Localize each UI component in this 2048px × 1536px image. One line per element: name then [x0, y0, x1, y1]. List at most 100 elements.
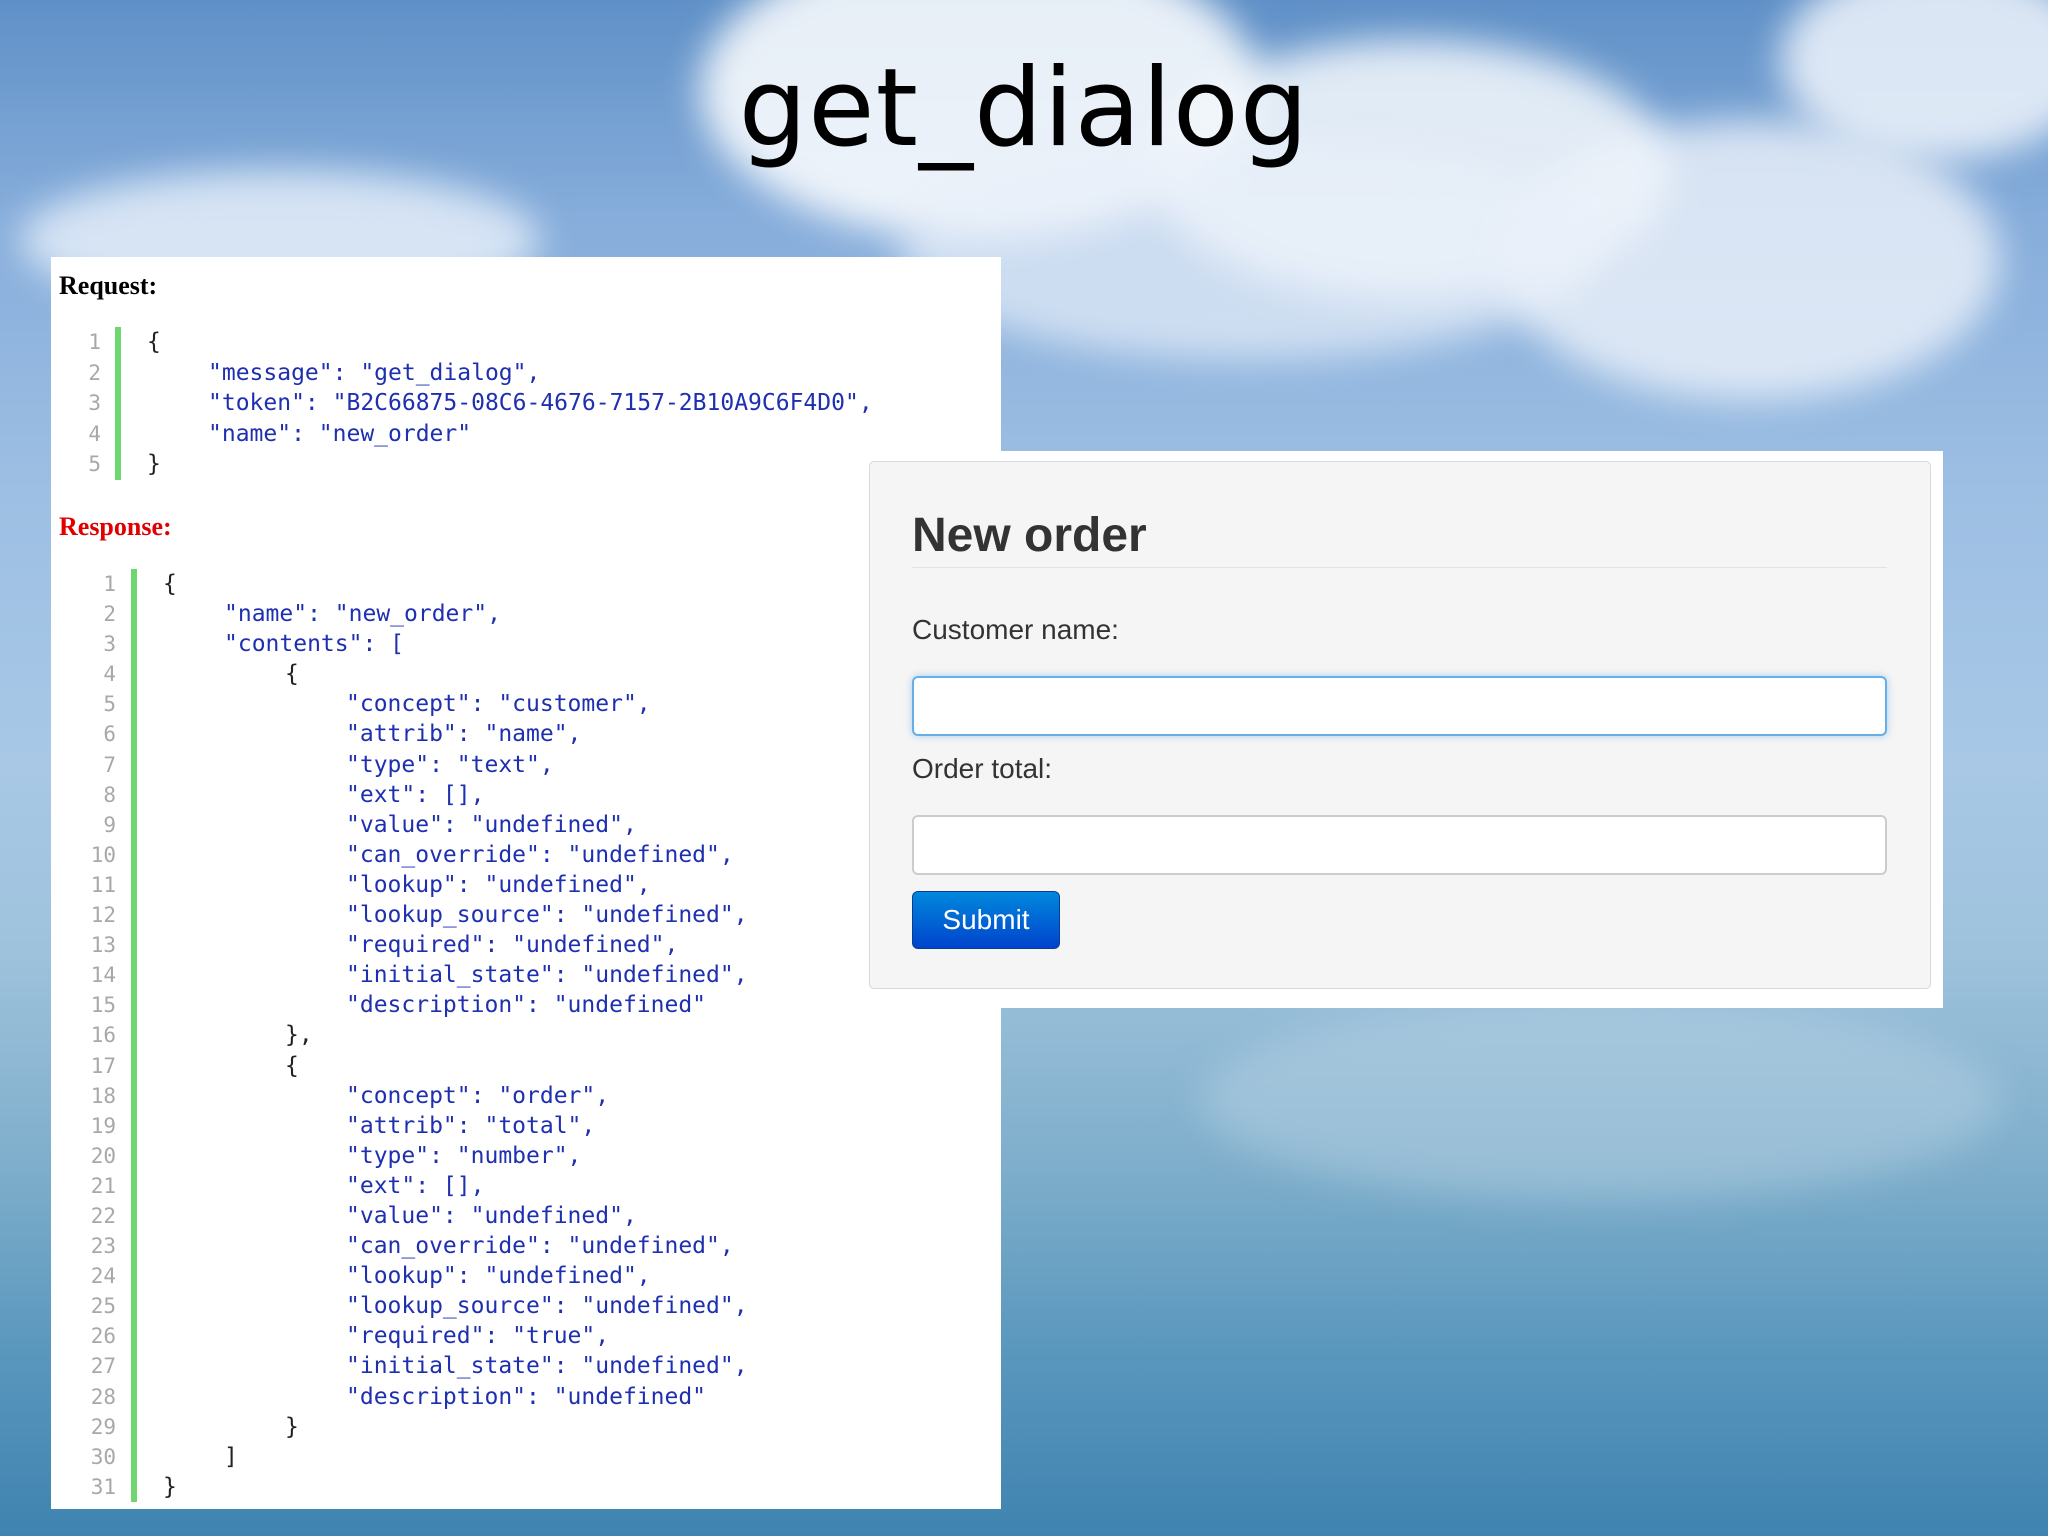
code-line: 1{: [51, 327, 991, 358]
line-number: 29: [90, 1414, 116, 1439]
order-total-label: Order total:: [912, 753, 1053, 784]
code-text: "can_override": "undefined",: [346, 1233, 734, 1260]
line-number: 16: [90, 1023, 116, 1048]
code-line: 27 "initial_state": "undefined",: [51, 1351, 991, 1381]
code-line: 26 "required": "true",: [51, 1321, 991, 1351]
code-line: 5}: [51, 449, 991, 480]
line-number: 19: [90, 1113, 116, 1138]
code-text: ]: [224, 1443, 238, 1470]
code-text: "description": "undefined": [346, 1383, 707, 1410]
code-text: "contents": [: [224, 631, 405, 658]
code-text: {: [285, 661, 299, 688]
line-number: 8: [103, 782, 116, 807]
code-line: 25 "lookup_source": "undefined",: [51, 1291, 991, 1321]
code-line: 17 {: [51, 1051, 991, 1081]
code-line: 5 "concept": "customer",: [51, 689, 991, 719]
cloud: [1200, 1000, 2000, 1200]
code-text: "required": "true",: [346, 1323, 610, 1350]
line-number: 27: [90, 1354, 116, 1379]
code-line: 2 "message": "get_dialog",: [51, 358, 991, 389]
code-text: },: [285, 1022, 313, 1049]
line-number: 1: [88, 330, 101, 354]
response-label: Response:: [59, 512, 172, 541]
line-number: 18: [90, 1083, 116, 1108]
code-line: 31}: [51, 1472, 991, 1502]
code-text: "name": "new_order",: [224, 601, 501, 628]
code-line: 8 "ext": [],: [51, 780, 991, 810]
submit-button[interactable]: Submit: [912, 891, 1060, 949]
code-line: 9 "value": "undefined",: [51, 810, 991, 840]
line-number: 21: [90, 1173, 116, 1198]
line-number: 7: [103, 752, 116, 777]
code-panel: Request: 1{2 "message": "get_dialog", 3 "to…: [51, 257, 1001, 1509]
code-text: "type": "number",: [346, 1142, 582, 1169]
code-line: 22 "value": "undefined",: [51, 1201, 991, 1231]
code-text: "initial_state": "undefined",: [346, 962, 748, 989]
code-line: 20 "type": "number",: [51, 1141, 991, 1171]
line-number: 3: [103, 632, 116, 657]
code-text: "lookup_source": "undefined",: [346, 1293, 748, 1320]
code-text: {: [285, 1052, 299, 1079]
customer-name-label: Customer name:: [912, 614, 1119, 645]
code-text: "description": "undefined": [346, 992, 707, 1019]
code-text: "attrib": "total",: [346, 1112, 596, 1139]
slide-title: get_dialog: [738, 46, 1310, 171]
line-number: 5: [103, 692, 116, 717]
code-text: "concept": "customer",: [346, 691, 651, 718]
code-line: 1{: [51, 569, 991, 599]
line-number: 11: [90, 872, 116, 897]
new-order-dialog: New order Customer name: Order total: Su…: [867, 451, 1943, 1008]
line-number: 4: [88, 421, 101, 446]
code-text: "ext": [],: [346, 1172, 485, 1199]
code-line: 7 "type": "text",: [51, 750, 991, 780]
code-line: 4 "name": "new_order": [51, 419, 991, 450]
code-text: }: [163, 1473, 177, 1500]
line-number: 5: [88, 452, 101, 476]
code-text: "ext": [],: [346, 781, 485, 808]
code-line: 11 "lookup": "undefined",: [51, 870, 991, 900]
code-text: }: [285, 1413, 299, 1440]
line-number: 2: [103, 602, 116, 627]
line-number: 2: [88, 360, 101, 385]
line-number: 4: [103, 662, 116, 687]
code-line: 24 "lookup": "undefined",: [51, 1261, 991, 1291]
line-number: 3: [88, 391, 101, 415]
code-text: "required": "undefined",: [346, 932, 679, 959]
line-number: 9: [103, 812, 116, 837]
line-number: 1: [103, 572, 116, 596]
code-text: "type": "text",: [346, 751, 554, 778]
code-line: 21 "ext": [],: [51, 1171, 991, 1201]
response-code-block: 1{2 "name": "new_order", 3 "contents": [4{5…: [51, 569, 991, 1503]
code-line: 2 "name": "new_order",: [51, 599, 991, 629]
code-line: 3 "token": "B2C66875-08C6-4676-7157-2B10A…: [51, 388, 991, 419]
line-number: 23: [90, 1234, 116, 1259]
line-number: 28: [90, 1384, 116, 1409]
line-number: 13: [90, 933, 116, 958]
code-text: }: [147, 451, 161, 477]
code-text: "lookup": "undefined",: [346, 1263, 651, 1290]
title-divider: [912, 567, 1887, 568]
order-total-input[interactable]: [912, 815, 1887, 875]
code-line: 18 "concept": "order",: [51, 1081, 991, 1111]
cloud: [900, 140, 1600, 360]
code-line: 15 "description": "undefined": [51, 990, 991, 1020]
request-code-block: 1{2 "message": "get_dialog", 3 "token": "B2…: [51, 327, 991, 480]
line-number: 30: [90, 1444, 116, 1469]
code-line: 10 "can_override": "undefined",: [51, 840, 991, 870]
code-text: "token": "B2C66875-08C6-4676-7157-2B10A9…: [208, 390, 873, 416]
line-number: 12: [90, 903, 116, 928]
request-label: Request:: [59, 271, 158, 300]
code-text: "lookup": "undefined",: [346, 871, 651, 898]
code-line: 23 "can_override": "undefined",: [51, 1231, 991, 1261]
code-line: 3 "contents": [: [51, 629, 991, 659]
code-text: "can_override": "undefined",: [346, 841, 734, 868]
code-text: "value": "undefined",: [346, 811, 637, 838]
line-number: 26: [90, 1324, 116, 1349]
code-text: "name": "new_order": [208, 420, 472, 447]
line-number: 14: [90, 963, 116, 988]
code-line: 12 "lookup_source": "undefined",: [51, 900, 991, 930]
line-number: 10: [90, 842, 116, 867]
code-line: 13 "required": "undefined",: [51, 930, 991, 960]
customer-name-input[interactable]: [912, 676, 1887, 736]
code-line: 29}: [51, 1412, 991, 1442]
